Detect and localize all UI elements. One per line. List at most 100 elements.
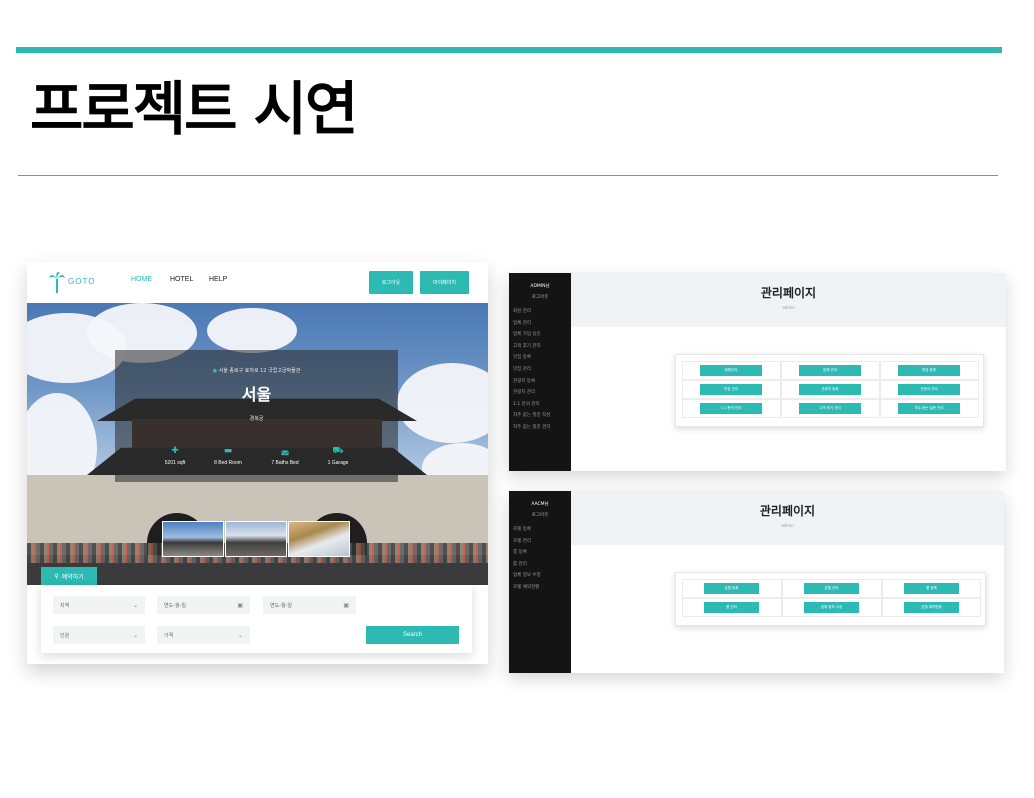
admin-header: 관리페이지 admin: [571, 273, 1006, 327]
calendar-icon: ▣: [343, 601, 349, 609]
address-text: 서울 종로구 효자로 12 국립고궁박물관: [218, 368, 301, 374]
admin-menu-item[interactable]: 1:1 문의 관리: [513, 399, 550, 411]
partner-logout-link[interactable]: 로그아웃: [509, 512, 571, 518]
thumbnail-image[interactable]: [225, 521, 287, 557]
palm-tree-icon: [49, 272, 65, 293]
admin-username: ADMIN님: [530, 284, 550, 289]
hero-info-overlay: ● 서울 종로구 효자로 12 국립고궁박물관 서울 경복궁 ✚ 5201 sq…: [115, 350, 398, 482]
admin-page-title: 관리페이지: [760, 286, 817, 300]
member-manage-button[interactable]: 회원관리: [700, 365, 762, 376]
hotel-manage-button[interactable]: 호텔 관리: [804, 583, 859, 594]
company-manage-button[interactable]: 업체 관리: [799, 365, 861, 376]
hero-city: 서울: [241, 385, 272, 404]
hero-address: ● 서울 종로구 효자로 12 국립고궁박물관: [115, 367, 398, 374]
nav-help[interactable]: HELP: [209, 276, 227, 283]
logout-button[interactable]: 로그아웃: [369, 271, 413, 294]
room-register-button[interactable]: 룸 등록: [904, 583, 959, 594]
faq-manage-button[interactable]: 자주 묻는 질문 관리: [898, 403, 960, 414]
chevron-down-icon: ⌄: [132, 601, 138, 609]
partner-page-screenshot: AACM님 로그아웃 호텔 등록 호텔 관리 룸 등록 룸 관리 업체 정보 수…: [509, 491, 1004, 673]
thumbnail-image[interactable]: [288, 521, 350, 557]
partner-menu-item[interactable]: 호텔 예약현황: [513, 582, 541, 594]
region-select-value: 지역: [60, 602, 70, 609]
admin-menu-item[interactable]: 맛집 등록: [513, 352, 550, 364]
hero-stats: ✚ 5201 sqft ▬ 8 Bed Room ◛ 7 Baths Bed ⛟…: [115, 446, 398, 476]
admin-menu-item[interactable]: 고객 후기 관리: [513, 341, 550, 353]
checkin-date-input[interactable]: 연도-월-일 ▣: [157, 596, 250, 614]
admin-menu-item[interactable]: 자주 묻는 질문 작성: [513, 410, 550, 422]
reservation-status-button[interactable]: 호텔 예약현황: [904, 602, 959, 613]
chevron-down-icon: ⌄: [132, 631, 138, 639]
checkin-date-value: 연도-월-일: [164, 602, 187, 609]
admin-menu-item[interactable]: 관광지 등록: [513, 376, 550, 388]
user-page-screenshot: GOTO HOME HOTEL HELP 로그아웃 마이페이지 ● 서울 종로구…: [27, 262, 488, 664]
partner-header: 관리페이지 admin: [571, 491, 1004, 545]
partner-menu: 호텔 등록 호텔 관리 룸 등록 룸 관리 업체 정보 수정 호텔 예약현황: [513, 524, 541, 594]
hero-section: ● 서울 종로구 효자로 12 국립고궁박물관 서울 경복궁 ✚ 5201 sq…: [27, 303, 488, 585]
price-select[interactable]: 가격 ⌄: [157, 626, 250, 644]
bed-icon: ▬: [223, 446, 233, 456]
region-select[interactable]: 지역 ⌄: [53, 596, 145, 614]
search-tab[interactable]: ⚲ 예약하기: [41, 567, 97, 585]
thumbnail-strip: [162, 521, 352, 557]
guests-select-value: 인원: [60, 632, 70, 639]
stat-label: 7 Baths Bed: [271, 460, 299, 466]
room-manage-button[interactable]: 룸 관리: [704, 602, 759, 613]
logo-text: GOTO: [68, 277, 96, 286]
partner-page-subtitle: admin: [781, 523, 794, 528]
user-navbar: GOTO HOME HOTEL HELP 로그아웃 마이페이지: [27, 262, 488, 303]
partner-menu-item[interactable]: 호텔 등록: [513, 524, 541, 536]
mypage-button[interactable]: 마이페이지: [420, 271, 469, 294]
partner-username: AACM님: [531, 502, 549, 507]
thumbnail-image[interactable]: [162, 521, 224, 557]
stat-label: 5201 sqft: [164, 460, 186, 466]
admin-menu-item[interactable]: 관광지 관리: [513, 387, 550, 399]
partner-sidebar: AACM님 로그아웃 호텔 등록 호텔 관리 룸 등록 룸 관리 업체 정보 수…: [509, 491, 571, 673]
admin-page-subtitle: admin: [782, 305, 795, 310]
stat-label: 8 Bed Room: [214, 460, 242, 466]
chevron-down-icon: ⌄: [237, 631, 243, 639]
stat-label: 1 Garage: [327, 460, 349, 466]
partner-menu-item[interactable]: 룸 등록: [513, 547, 541, 559]
car-icon: ⛟: [332, 446, 344, 456]
restaurant-register-button[interactable]: 맛집 등록: [898, 365, 960, 376]
bath-icon: ◛: [280, 446, 290, 456]
search-button[interactable]: Search: [366, 626, 459, 644]
title-divider: [18, 175, 998, 176]
hotel-register-button[interactable]: 호텔 등록: [704, 583, 759, 594]
attraction-manage-button[interactable]: 관광지 관리: [898, 384, 960, 395]
inquiry-manage-button[interactable]: 1:1 문의 관리: [700, 403, 762, 414]
partner-button-panel: 호텔 등록 호텔 관리 룸 등록 룸 관리 업체 정보 수정 호텔 예약현황: [675, 572, 986, 626]
map-pin-icon: ●: [212, 368, 218, 374]
admin-menu-item[interactable]: 회원 관리: [513, 306, 550, 318]
admin-sidebar: ADMIN님 로그아웃 회원 관리 업체 관리 업체 가입 승인 고객 후기 관…: [509, 273, 571, 471]
admin-menu-item[interactable]: 업체 가입 승인: [513, 329, 550, 341]
slide-title: 프로젝트 시연: [30, 75, 358, 143]
cloud: [397, 363, 488, 443]
checkout-date-input[interactable]: 연도-월-일 ▣: [263, 596, 356, 614]
calendar-icon: ▣: [237, 601, 243, 609]
stat-bedrooms: ▬ 8 Bed Room: [198, 446, 258, 466]
attraction-register-button[interactable]: 관광지 등록: [799, 384, 861, 395]
nav-home[interactable]: HOME: [131, 276, 152, 283]
checkout-date-value: 연도-월-일: [270, 602, 293, 609]
partner-menu-item[interactable]: 업체 정보 수정: [513, 570, 541, 582]
stat-garage: ⛟ 1 Garage: [308, 446, 368, 466]
search-icon: ⚲: [54, 572, 59, 580]
partner-menu-item[interactable]: 호텔 관리: [513, 536, 541, 548]
admin-menu-item[interactable]: 업체 관리: [513, 318, 550, 330]
admin-page-screenshot: ADMIN님 로그아웃 회원 관리 업체 관리 업체 가입 승인 고객 후기 관…: [509, 273, 1006, 471]
company-info-edit-button[interactable]: 업체 정보 수정: [804, 602, 859, 613]
restaurant-manage-button[interactable]: 맛집 관리: [700, 384, 762, 395]
nav-hotel[interactable]: HOTEL: [170, 276, 193, 283]
guests-select[interactable]: 인원 ⌄: [53, 626, 145, 644]
stat-area: ✚ 5201 sqft: [145, 446, 205, 466]
admin-logout-link[interactable]: 로그아웃: [509, 294, 571, 300]
admin-menu: 회원 관리 업체 관리 업체 가입 승인 고객 후기 관리 맛집 등록 맛집 관…: [513, 306, 550, 434]
admin-menu-item[interactable]: 맛집 관리: [513, 364, 550, 376]
partner-menu-item[interactable]: 룸 관리: [513, 559, 541, 571]
hero-district: 경복궁: [249, 416, 264, 422]
review-manage-button[interactable]: 고객 후기 관리: [799, 403, 861, 414]
admin-menu-item[interactable]: 자주 묻는 질문 관리: [513, 422, 550, 434]
price-select-value: 가격: [164, 632, 174, 639]
